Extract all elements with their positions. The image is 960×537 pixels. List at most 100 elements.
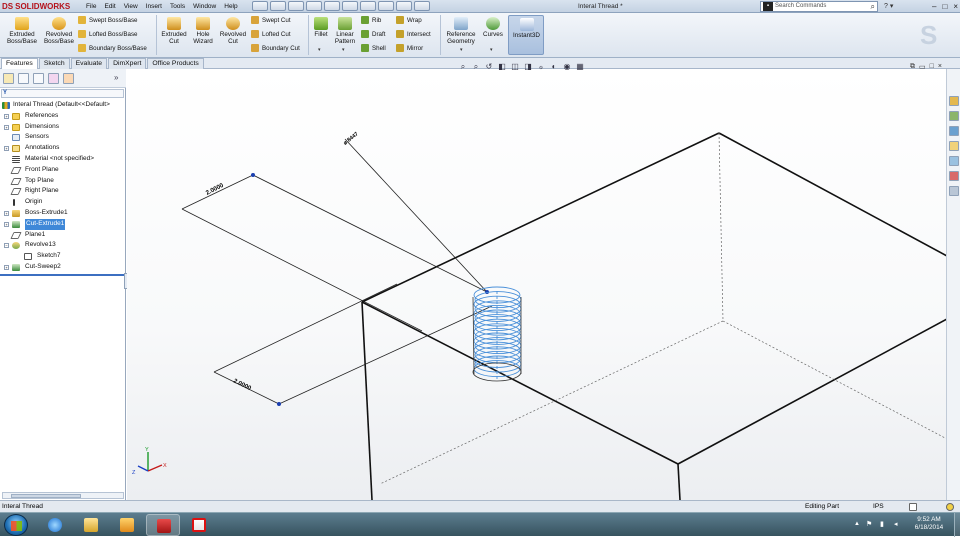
tray-arrow-icon[interactable]: ▲ (854, 521, 860, 527)
revolved-boss-button[interactable]: Revolved Boss/Base (42, 17, 76, 45)
view-orientation-icon[interactable]: ◫ (510, 62, 520, 72)
section-view-icon[interactable]: ◧ (497, 62, 507, 72)
pin-icon[interactable] (252, 1, 268, 11)
search-scope-icon[interactable]: ▪ (763, 2, 773, 11)
viewport-close-icon[interactable]: × (938, 63, 942, 71)
maximize-icon[interactable]: □ (942, 0, 947, 13)
lofted-boss-button[interactable]: Lofted Boss/Base (78, 30, 138, 39)
tree-item-cut-sweep2[interactable]: + Cut-Sweep2 (0, 262, 126, 273)
fillet-button[interactable]: Fillet (311, 17, 331, 38)
tree-item-boss-extrude1[interactable]: + Boss-Extrude1 (0, 208, 126, 219)
close-icon[interactable]: × (953, 0, 958, 13)
taskbar-internet-explorer[interactable] (38, 514, 72, 536)
sketch-point[interactable] (251, 173, 255, 177)
tab-sketch[interactable]: Sketch (38, 58, 70, 69)
appearances-icon[interactable] (949, 156, 959, 166)
menu-file[interactable]: File (82, 0, 100, 13)
taskbar-file-explorer[interactable] (74, 514, 108, 536)
expand-toggle-icon[interactable]: + (4, 221, 9, 227)
display-manager-tab-icon[interactable] (63, 73, 74, 84)
expand-toggle-icon[interactable]: + (4, 113, 9, 119)
wrap-button[interactable]: Wrap (396, 16, 422, 25)
menu-edit[interactable]: Edit (100, 0, 119, 13)
sketch-point[interactable] (277, 402, 281, 406)
file-explorer-icon[interactable] (949, 126, 959, 136)
linear-pattern-button[interactable]: Linear Pattern (332, 17, 358, 45)
tree-item-right-plane[interactable]: Right Plane (0, 186, 126, 197)
scrollbar-thumb[interactable] (11, 494, 81, 498)
revolved-cut-button[interactable]: Revolved Cut (217, 17, 249, 45)
new-document-icon[interactable] (270, 1, 286, 11)
start-button[interactable] (4, 514, 28, 536)
zoom-to-area-icon[interactable]: ⌕ (471, 62, 481, 72)
zoom-to-fit-icon[interactable]: ⌕ (458, 62, 468, 72)
tree-root[interactable]: Interal Thread (Default<<Default> (0, 100, 126, 111)
tree-item-annotations[interactable]: + Annotations (0, 143, 126, 154)
tree-item-dimensions[interactable]: + Dimensions (0, 122, 126, 133)
display-style-icon[interactable]: ◨ (523, 62, 533, 72)
linear-pattern-dropdown-arrow[interactable]: ▾ (342, 47, 345, 53)
reference-geometry-dropdown-arrow[interactable]: ▾ (460, 47, 463, 53)
configuration-manager-tab-icon[interactable] (33, 73, 44, 84)
dimxpert-manager-tab-icon[interactable] (48, 73, 59, 84)
hide-show-items-icon[interactable]: ℴ (536, 62, 546, 72)
select-cursor-icon[interactable] (360, 1, 376, 11)
tree-item-sensors[interactable]: Sensors (0, 132, 126, 143)
extruded-boss-button[interactable]: Extruded Boss/Base (4, 17, 40, 45)
undo-icon[interactable] (342, 1, 358, 11)
feature-manager-tab-icon[interactable] (3, 73, 14, 84)
menu-insert[interactable]: Insert (142, 0, 166, 13)
help-status-icon[interactable] (946, 503, 954, 511)
menu-view[interactable]: View (120, 0, 142, 13)
tab-features[interactable]: Features (1, 58, 38, 69)
panel-expand-icon[interactable]: » (114, 73, 118, 82)
tree-item-origin[interactable]: Origin (0, 197, 126, 208)
taskbar-solidworks[interactable] (146, 514, 180, 536)
tray-flag-icon[interactable]: ⚑ (866, 520, 872, 528)
swept-boss-button[interactable]: Swept Boss/Base (78, 16, 138, 25)
rib-button[interactable]: Rib (361, 16, 381, 25)
taskbar-media-player[interactable] (110, 514, 144, 536)
boundary-boss-button[interactable]: Boundary Boss/Base (78, 44, 147, 53)
tree-item-revolve13[interactable]: − Revolve13 (0, 240, 126, 251)
show-desktop-button[interactable] (954, 513, 960, 537)
instant3d-button[interactable]: Instant3D (508, 15, 544, 55)
feature-tree-filter[interactable]: Y (1, 89, 124, 98)
search-icon[interactable]: ⌕ (871, 2, 875, 11)
boundary-cut-button[interactable]: Boundary Cut (251, 44, 300, 53)
tree-item-top-plane[interactable]: Top Plane (0, 176, 126, 187)
menu-window[interactable]: Window (189, 0, 220, 13)
dimension-left-top[interactable]: 2.0000 (205, 182, 226, 197)
rollback-bar[interactable] (0, 273, 124, 276)
open-folder-icon[interactable] (288, 1, 304, 11)
minimize-icon[interactable]: – (932, 0, 936, 13)
view-settings-icon[interactable]: ▦ (575, 62, 585, 72)
tree-item-sketch7[interactable]: Sketch7 (0, 251, 126, 262)
block-top-right-edge[interactable] (718, 132, 947, 257)
tray-volume-icon[interactable]: ◂ (894, 520, 898, 528)
shell-button[interactable]: Shell (361, 44, 386, 53)
block-front-right-vertical-edge[interactable] (677, 463, 681, 500)
expand-toggle-icon[interactable]: − (4, 243, 9, 249)
solidworks-logo[interactable]: DS SOLIDWORKS (2, 1, 78, 12)
graphics-area[interactable]: 2.0000 2.0000 ⌀.8447 Y X Z (127, 69, 947, 500)
view-palette-icon[interactable] (949, 141, 959, 151)
block-top-front-edge[interactable] (361, 301, 679, 465)
fillet-dropdown-arrow[interactable]: ▾ (318, 47, 321, 53)
tree-item-plane1[interactable]: Plane1 (0, 230, 126, 241)
viewport-restore-icon[interactable]: ⧉ (910, 63, 915, 71)
menu-help[interactable]: Help (220, 0, 241, 13)
curves-button[interactable]: Curves (480, 17, 506, 38)
expand-toggle-icon[interactable]: + (4, 210, 9, 216)
hole-wizard-button[interactable]: Hole Wizard (190, 17, 216, 45)
tray-network-icon[interactable]: ▮ (880, 520, 884, 528)
block-top-back-edge[interactable] (361, 132, 720, 303)
tree-item-references[interactable]: + References (0, 111, 126, 122)
design-library-icon[interactable] (949, 111, 959, 121)
panel-horizontal-scrollbar[interactable] (2, 492, 124, 499)
dimension-left-bottom[interactable]: 2.0000 (232, 378, 253, 393)
taskbar-clock[interactable]: 9:52 AM 6/18/2014 (906, 516, 952, 532)
menu-tools[interactable]: Tools (166, 0, 189, 13)
tree-item-material[interactable]: Material <not specified> (0, 154, 126, 165)
file-properties-icon[interactable] (396, 1, 412, 11)
